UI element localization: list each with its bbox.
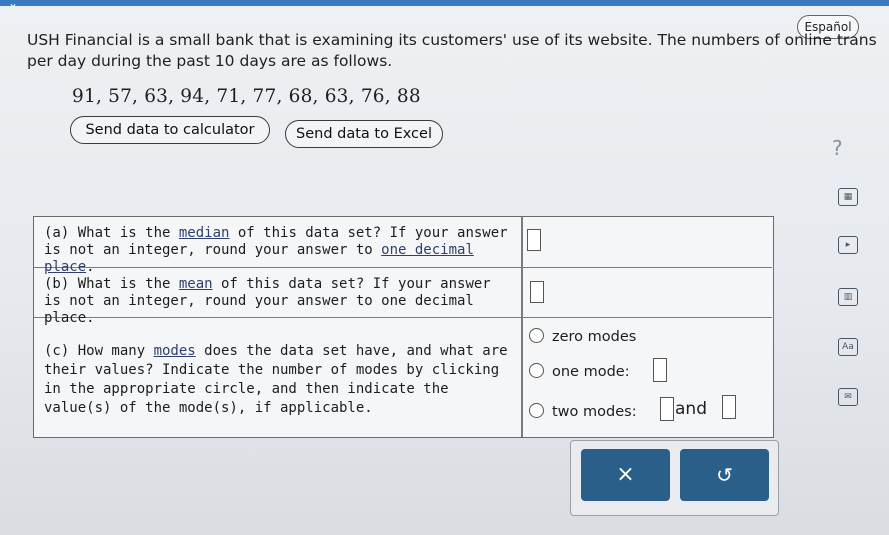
zero-modes-option[interactable]: zero modes xyxy=(529,328,636,345)
one-mode-option[interactable]: one mode: xyxy=(529,363,630,380)
two-modes-label: two modes: xyxy=(552,404,637,420)
two-modes-radio[interactable] xyxy=(529,403,544,418)
mail-glyph: ✉ xyxy=(838,388,858,406)
mean-answer-input[interactable] xyxy=(530,281,544,303)
and-label: and xyxy=(675,399,707,419)
question-row-b: (b) What is the mean of this data set? I… xyxy=(34,268,772,326)
question-c-text: (c) How many modes does the data set hav… xyxy=(44,342,512,418)
top-bar xyxy=(0,0,889,6)
two-modes-option[interactable]: two modes: xyxy=(529,403,637,420)
undo-button[interactable]: ↺ xyxy=(680,449,769,501)
median-link[interactable]: median xyxy=(179,225,230,241)
help-icon[interactable]: ? xyxy=(832,136,843,160)
calculator-glyph: ▦ xyxy=(838,188,858,206)
column-divider xyxy=(521,318,523,437)
intro-line-2: per day during the past 10 days are as f… xyxy=(27,52,393,70)
two-modes-first-value-input[interactable] xyxy=(660,397,674,421)
zero-modes-label: zero modes xyxy=(552,329,637,345)
chevron-down-icon[interactable]: ⌄ xyxy=(8,0,30,10)
text-size-icon[interactable]: Aa xyxy=(836,336,860,356)
play-icon[interactable]: ▸ xyxy=(836,234,860,254)
intro-line-1: USH Financial is a small bank that is ex… xyxy=(27,31,877,49)
question-a-pre: (a) What is the xyxy=(44,225,179,241)
play-glyph: ▸ xyxy=(838,236,858,254)
problem-intro: USH Financial is a small bank that is ex… xyxy=(27,30,887,72)
zero-modes-radio[interactable] xyxy=(529,328,544,343)
one-mode-radio[interactable] xyxy=(529,363,544,378)
one-mode-label: one mode: xyxy=(552,364,630,380)
send-to-excel-button[interactable]: Send data to Excel xyxy=(285,120,443,148)
calculator-icon[interactable]: ▦ xyxy=(836,186,860,206)
modes-link[interactable]: modes xyxy=(154,343,196,359)
question-table: (a) What is the median of this data set?… xyxy=(33,216,774,438)
two-modes-second-value-input[interactable] xyxy=(722,395,736,419)
mean-link[interactable]: mean xyxy=(179,276,213,292)
question-c-pre: (c) How many xyxy=(44,343,154,359)
column-divider xyxy=(521,268,523,317)
question-row-a: (a) What is the median of this data set?… xyxy=(34,217,772,275)
action-panel: × ↺ xyxy=(570,440,779,516)
data-values: 91, 57, 63, 94, 71, 77, 68, 63, 76, 88 xyxy=(72,86,421,107)
question-b-pre: (b) What is the xyxy=(44,276,179,292)
text-size-glyph: Aa xyxy=(838,338,858,356)
median-answer-input[interactable] xyxy=(527,229,541,251)
column-divider xyxy=(521,217,523,267)
mail-icon[interactable]: ✉ xyxy=(836,386,860,406)
one-mode-value-input[interactable] xyxy=(653,358,667,382)
send-to-calculator-button[interactable]: Send data to calculator xyxy=(70,116,270,144)
book-glyph: ▥ xyxy=(838,288,858,306)
clear-button[interactable]: × xyxy=(581,449,670,501)
book-icon[interactable]: ▥ xyxy=(836,286,860,306)
